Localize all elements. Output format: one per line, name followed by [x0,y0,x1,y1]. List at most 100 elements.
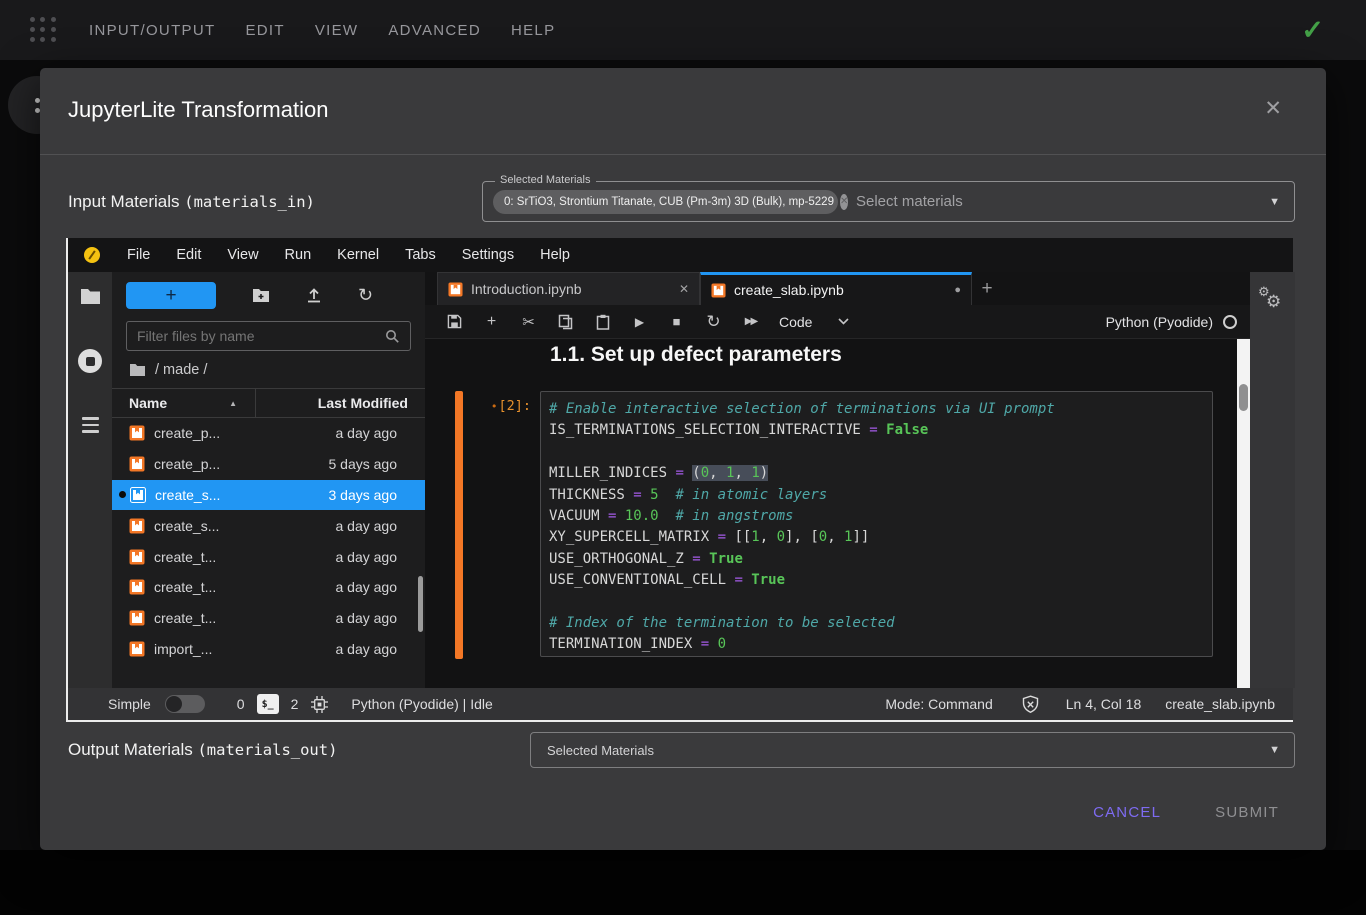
file-row[interactable]: create_t... a day ago [112,603,425,634]
column-last-modified[interactable]: Last Modified [256,395,425,411]
chevron-down-icon[interactable]: ▼ [1269,196,1280,208]
jp-menu-run[interactable]: Run [272,247,325,263]
add-cell-icon[interactable]: + [473,305,510,338]
chevron-down-icon [838,318,849,325]
simple-mode-toggle[interactable] [165,695,205,713]
file-name: import_... [154,641,336,657]
file-row[interactable]: create_p... 5 days ago [112,449,425,480]
code-cell[interactable]: •[2]: # Enable interactive selection of … [455,391,1213,659]
new-launcher-button[interactable]: + [126,282,216,309]
file-row[interactable]: create_t... a day ago [112,572,425,603]
cursor-position[interactable]: Ln 4, Col 18 [1066,696,1142,712]
running-kernels-icon[interactable] [78,349,102,373]
code-editor[interactable]: # Enable interactive selection of termin… [540,391,1213,657]
input-materials-label: Input Materials (materials_in) [68,181,315,223]
kernel-name[interactable]: Python (Pyodide) [1106,314,1213,330]
chevron-down-icon[interactable]: ▼ [1269,744,1280,756]
jp-menu-kernel[interactable]: Kernel [324,247,392,263]
file-name: create_p... [154,425,336,441]
notebook-scrollbar-track[interactable] [1237,339,1250,688]
kernels-count[interactable]: 2 [291,696,299,712]
jp-menu-help[interactable]: Help [527,247,583,263]
menu-view[interactable]: VIEW [315,22,359,39]
menu-input-output[interactable]: INPUT/OUTPUT [89,22,215,39]
filter-files-input[interactable] [137,328,385,344]
breadcrumb[interactable]: / made / [112,351,425,388]
refresh-icon[interactable]: ↻ [358,286,373,304]
code-line: THICKNESS = 5 # in atomic layers [549,485,1204,506]
notebook-icon [130,487,146,503]
cancel-button[interactable]: CANCEL [1077,794,1177,831]
file-row[interactable]: create_p... a day ago [112,418,425,449]
column-name[interactable]: Name ▲ [112,389,256,417]
file-row[interactable]: create_t... a day ago [112,541,425,572]
chip-delete-icon[interactable]: ✕ [840,194,848,210]
run-indicator-dot: • [491,400,498,413]
stop-kernel-icon[interactable]: ■ [658,305,695,338]
save-icon[interactable] [436,305,473,338]
selected-materials-field[interactable]: Selected Materials 0: SrTiO3, Strontium … [482,181,1295,222]
jupyter-menubar: File Edit View Run Kernel Tabs Settings … [68,238,1293,272]
kernel-zone: Python (Pyodide) [1106,314,1239,330]
jp-menu-tabs[interactable]: Tabs [392,247,449,263]
jupyterlite-transformation-dialog: JupyterLite Transformation ✕ Input Mater… [40,68,1326,850]
file-browser-panel: + ↻ [112,272,425,688]
tab-create-slab[interactable]: create_slab.ipynb ● [700,272,972,305]
jp-menu-file[interactable]: File [114,247,163,263]
jp-menu-settings[interactable]: Settings [449,247,527,263]
upload-icon[interactable] [306,287,322,303]
terminals-count[interactable]: 0 [237,696,245,712]
app-grid-icon[interactable] [30,17,57,44]
notebook-scrollbar-thumb[interactable] [1239,384,1248,411]
tab-introduction[interactable]: Introduction.ipynb ✕ [437,272,700,305]
run-cell-icon[interactable]: ▶ [621,305,658,338]
settings-gears-icon[interactable]: ⚙ ⚙ [1258,286,1288,316]
check-icon[interactable]: ✓ [1301,15,1324,46]
code-line: USE_CONVENTIONAL_CELL = True [549,570,1204,591]
trust-shield-icon[interactable] [1021,695,1040,714]
cell-type-dropdown[interactable]: Code [779,314,849,330]
file-modified: a day ago [336,610,398,626]
file-row[interactable]: create_s... a day ago [112,510,425,541]
file-row-selected[interactable]: create_s... 3 days ago [112,480,425,511]
paste-cells-icon[interactable] [584,305,621,338]
kernel-chip-icon[interactable] [310,695,329,714]
kernel-status-icon[interactable] [1223,315,1237,329]
restart-kernel-icon[interactable]: ↻ [695,305,732,338]
output-materials-select[interactable]: Selected Materials ▼ [530,732,1295,768]
close-icon[interactable]: ✕ [1264,96,1282,121]
menu-help[interactable]: HELP [511,22,555,39]
copy-cells-icon[interactable] [547,305,584,338]
menu-advanced[interactable]: ADVANCED [388,22,481,39]
file-row[interactable]: import_... a day ago [112,634,425,665]
menu-edit[interactable]: EDIT [245,22,284,39]
file-list-scrollbar[interactable] [418,576,423,632]
new-folder-icon[interactable] [252,288,270,303]
add-tab-button[interactable]: + [972,272,1002,305]
file-browser-icon[interactable] [80,288,101,305]
file-name: create_p... [154,456,329,472]
cut-cells-icon[interactable]: ✂ [510,305,547,338]
restart-run-all-icon[interactable]: ▶▶ [732,305,769,338]
code-line: VACUUM = 10.0 # in angstroms [549,506,1204,527]
jp-menu-edit[interactable]: Edit [163,247,214,263]
notebook-icon [129,610,145,626]
dialog-footer: CANCEL SUBMIT [1077,794,1295,831]
submit-button[interactable]: SUBMIT [1199,794,1295,831]
terminal-icon[interactable]: $_ [257,694,279,714]
jp-menu-view[interactable]: View [214,247,271,263]
material-chip[interactable]: 0: SrTiO3, Strontium Titanate, CUB (Pm-3… [493,190,838,214]
notebook-icon [129,425,145,441]
cell-collapser[interactable] [455,391,463,659]
dialog-title: JupyterLite Transformation [68,97,328,123]
sort-asc-icon: ▲ [229,399,237,408]
status-filename[interactable]: create_slab.ipynb [1165,696,1275,712]
app-bar: INPUT/OUTPUT EDIT VIEW ADVANCED HELP ✓ [0,0,1366,60]
tab-close-icon[interactable]: ✕ [679,282,689,296]
right-sidebar: ⚙ ⚙ [1250,272,1295,688]
command-mode-indicator[interactable]: Mode: Command [885,696,992,712]
code-line: IS_TERMINATIONS_SELECTION_INTERACTIVE = … [549,420,1204,441]
table-of-contents-icon[interactable] [82,417,99,433]
kernel-status-text[interactable]: Python (Pyodide) | Idle [351,696,492,712]
output-materials-label: Output Materials (materials_out) [68,732,337,768]
